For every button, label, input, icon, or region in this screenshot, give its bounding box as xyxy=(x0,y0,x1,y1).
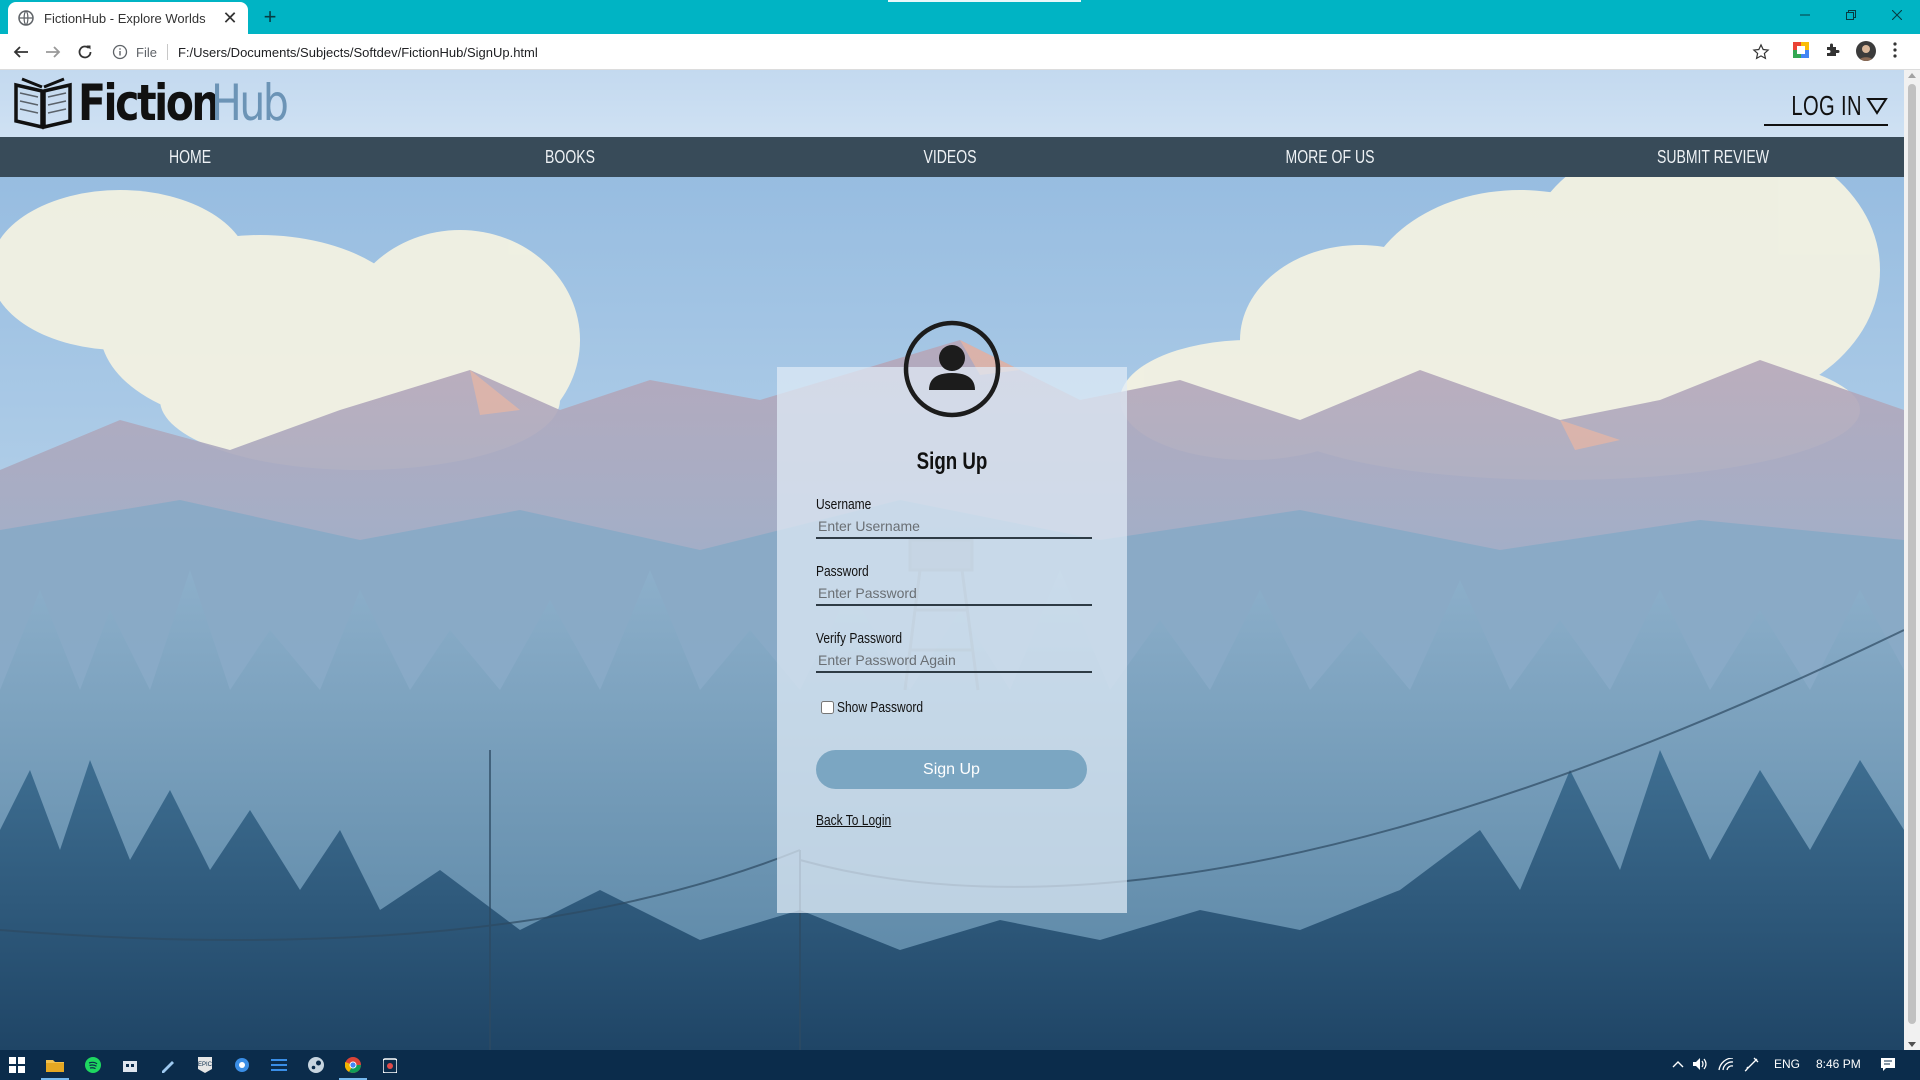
person-icon xyxy=(1859,45,1873,61)
restore-button[interactable] xyxy=(1828,0,1874,30)
steam-icon[interactable] xyxy=(307,1056,325,1074)
username-input[interactable] xyxy=(816,515,1092,539)
epic-games-icon[interactable]: EPIC xyxy=(196,1056,214,1074)
verify-password-label: Verify Password xyxy=(816,630,903,647)
show-password-checkbox[interactable] xyxy=(821,701,834,714)
show-password-label: Show Password xyxy=(837,699,924,716)
wifi-icon[interactable] xyxy=(1718,1058,1734,1071)
windows-taskbar: EPIC xyxy=(0,1050,1920,1080)
show-password-toggle[interactable]: Show Password xyxy=(821,699,945,716)
reload-icon xyxy=(78,45,92,59)
browser-icon[interactable] xyxy=(233,1056,251,1074)
page-scrollbar[interactable] xyxy=(1904,70,1920,1050)
minimize-button[interactable] xyxy=(1782,0,1828,30)
svg-text:EPIC: EPIC xyxy=(198,1062,212,1068)
forward-button[interactable] xyxy=(42,41,64,63)
password-label: Password xyxy=(816,563,869,580)
nav-videos[interactable]: VIDEOS xyxy=(911,137,989,177)
login-dropdown[interactable]: LOG IN xyxy=(1764,90,1888,126)
tab-title: FictionHub - Explore Worlds xyxy=(44,10,206,26)
menu-kebab-icon[interactable] xyxy=(1893,42,1897,58)
new-tab-button[interactable]: + xyxy=(258,6,282,28)
media-app-icon[interactable] xyxy=(381,1056,399,1074)
spotify-icon[interactable] xyxy=(84,1056,102,1074)
language-indicator[interactable]: ENG xyxy=(1774,1057,1800,1071)
open-book-icon xyxy=(14,77,72,130)
scroll-up-arrow-icon[interactable] xyxy=(1908,73,1916,78)
scrollbar-thumb[interactable] xyxy=(1908,84,1916,1024)
back-button[interactable] xyxy=(10,41,32,63)
back-to-login-link[interactable]: Back To Login xyxy=(816,812,891,829)
file-explorer-icon[interactable] xyxy=(46,1056,64,1074)
url-text[interactable]: F:/Users/Documents/Subjects/Softdev/Fict… xyxy=(178,45,538,60)
info-icon[interactable] xyxy=(112,44,128,60)
user-avatar-icon xyxy=(903,320,1001,418)
site-header: Fiction Hub LOG IN xyxy=(0,70,1904,137)
form-title: Sign Up xyxy=(916,448,988,475)
scroll-down-arrow-icon[interactable] xyxy=(1908,1042,1916,1047)
site-logo[interactable]: Fiction Hub xyxy=(12,74,303,132)
browser-tab[interactable]: FictionHub - Explore Worlds ✕ xyxy=(8,2,248,34)
reload-button[interactable] xyxy=(74,41,96,63)
main-nav: HOME BOOKS VIDEOS MORE OF US SUBMIT REVI… xyxy=(0,137,1904,177)
password-input[interactable] xyxy=(816,582,1092,606)
close-icon xyxy=(1892,10,1902,20)
store-icon[interactable] xyxy=(121,1056,139,1074)
color-extension-icon[interactable] xyxy=(1793,42,1809,58)
nav-submit-review[interactable]: SUBMIT REVIEW xyxy=(1640,137,1785,177)
restore-icon xyxy=(1846,10,1856,20)
arrow-left-icon xyxy=(13,46,28,58)
profile-avatar[interactable] xyxy=(1856,41,1876,61)
pen-app-icon[interactable] xyxy=(159,1056,177,1074)
globe-icon xyxy=(18,10,34,26)
close-tab-icon[interactable]: ✕ xyxy=(222,9,238,27)
volume-icon[interactable] xyxy=(1692,1057,1708,1071)
nav-home[interactable]: HOME xyxy=(159,137,221,177)
nav-books[interactable]: BOOKS xyxy=(531,137,609,177)
browser-titlebar: FictionHub - Explore Worlds ✕ + xyxy=(0,0,1920,34)
minimize-icon xyxy=(1800,14,1810,16)
windows-start-icon[interactable] xyxy=(8,1056,26,1074)
close-window-button[interactable] xyxy=(1874,0,1920,30)
login-label: LOG IN xyxy=(1791,90,1862,121)
nav-more-of-us[interactable]: MORE OF US xyxy=(1275,137,1384,177)
notification-icon[interactable] xyxy=(1880,1057,1896,1072)
browser-toolbar: File F:/Users/Documents/Subjects/Softdev… xyxy=(0,34,1920,70)
logo-text-fiction: Fiction xyxy=(78,74,221,132)
logo-text-hub: Hub xyxy=(210,74,289,132)
url-scheme-label: File xyxy=(136,44,157,60)
pen-ink-icon[interactable] xyxy=(1744,1056,1760,1072)
arrow-right-icon xyxy=(46,46,61,58)
chrome-icon[interactable] xyxy=(344,1056,362,1074)
bookmark-star-icon[interactable] xyxy=(1752,43,1770,61)
signup-button[interactable]: Sign Up xyxy=(816,750,1087,789)
task-app-icon[interactable] xyxy=(270,1056,288,1074)
verify-password-input[interactable] xyxy=(816,649,1092,673)
divider xyxy=(166,44,168,60)
chevron-up-icon[interactable] xyxy=(1672,1060,1684,1068)
loading-indicator xyxy=(888,0,1081,2)
username-label: Username xyxy=(816,496,872,513)
puzzle-extensions-icon[interactable] xyxy=(1825,42,1841,58)
clock[interactable]: 8:46 PM xyxy=(1816,1057,1861,1071)
address-bar[interactable]: File F:/Users/Documents/Subjects/Softdev… xyxy=(112,39,1788,65)
triangle-down-icon xyxy=(1866,98,1888,115)
